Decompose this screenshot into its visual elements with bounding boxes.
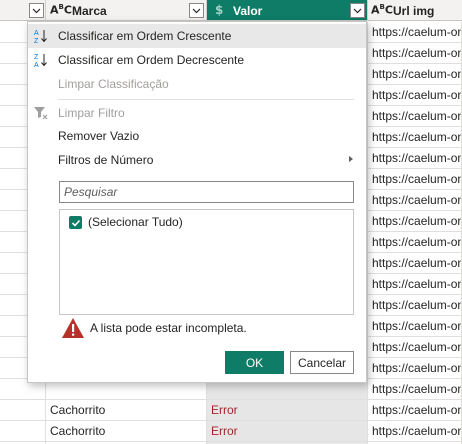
url-cell[interactable]: https://caelum-onl [368,190,462,211]
url-cell[interactable]: https://caelum-onl [368,127,462,148]
menu-label: Limpar Classificação [58,77,169,91]
valor-cell[interactable]: Error [207,400,368,421]
column-label: Marca [72,4,107,18]
column-filter-button[interactable] [350,3,365,18]
column-label: Valor [233,4,263,18]
clear-filter-item[interactable]: Limpar Filtro [28,101,366,125]
column-header-valor[interactable]: $ Valor [207,0,368,21]
url-cell[interactable]: https://caelum-onl [368,148,462,169]
url-cell[interactable]: https://caelum-onl [368,274,462,295]
svg-text:A: A [34,30,39,37]
url-cell[interactable]: https://caelum-onl [368,85,462,106]
currency-type-icon: $ [215,3,224,17]
url-cell[interactable]: https://caelum-onl [368,22,462,43]
table-row: CachorritoErrorhttps://caelum-onl [0,421,462,442]
url-cell[interactable]: https://caelum-onl [368,400,462,421]
menu-label: Limpar Filtro [58,106,125,120]
url-cell[interactable]: https://caelum-onl [368,337,462,358]
url-cell[interactable]: https://caelum-onl [368,43,462,64]
text-type-icon: ABC [371,3,393,17]
svg-text:Z: Z [34,54,39,61]
chevron-right-icon [349,156,353,162]
marca-cell[interactable]: Cachorrito [46,400,207,421]
menu-label: Filtros de Número [58,153,154,167]
column-filter-button[interactable] [29,3,44,18]
clear-filter-icon [34,107,48,120]
column-header-url[interactable]: ABC Url img [368,0,462,21]
clear-sort-item[interactable]: Limpar Classificação [28,72,366,96]
warning-icon [62,318,84,338]
row-index-cell[interactable] [0,421,46,442]
url-cell[interactable]: https://caelum-onl [368,211,462,232]
url-cell[interactable]: https://caelum-onl [368,169,462,190]
url-cell[interactable]: https://caelum-onl [368,295,462,316]
url-cell[interactable]: https://caelum-onl [368,64,462,85]
select-all-checkbox[interactable] [69,216,82,229]
menu-label: Classificar em Ordem Decrescente [58,53,245,67]
sort-ascending-icon: A Z [34,30,47,44]
url-cell[interactable]: https://caelum-onl [368,106,462,127]
text-type-icon: ABC [50,3,72,17]
column-header-marca[interactable]: ABC Marca [46,0,207,21]
url-cell[interactable]: https://caelum-onl [368,253,462,274]
url-cell[interactable]: https://caelum-onl [368,421,462,442]
select-all-label: (Selecionar Tudo) [88,215,183,229]
number-filters-item[interactable]: Filtros de Número [28,148,366,172]
sort-descending-icon: Z A [34,54,47,68]
chevron-down-icon [32,8,41,14]
valor-cell[interactable]: Error [207,421,368,442]
warning-text: A lista pode estar incompleta. [90,321,247,335]
url-cell[interactable]: https://caelum-onl [368,232,462,253]
chevron-down-icon [192,8,201,14]
column-header-index [0,0,46,21]
ok-button[interactable]: OK [225,351,284,374]
marca-cell[interactable]: Cachorrito [46,421,207,442]
menu-label: Classificar em Ordem Crescente [58,29,232,43]
column-label: Url img [393,4,435,18]
svg-text:A: A [34,62,39,68]
url-cell[interactable]: https://caelum-onl [368,379,462,400]
menu-label: Remover Vazio [58,129,140,143]
checkmark-icon [71,219,80,227]
table-row: CachorritoErrorhttps://caelum-onl [0,400,462,421]
values-listbox[interactable]: (Selecionar Tudo) [59,209,354,315]
url-cell[interactable]: https://caelum-onl [368,358,462,379]
svg-text:Z: Z [34,38,39,44]
remove-empty-item[interactable]: Remover Vazio [28,124,366,148]
filter-dropdown-panel: A Z Classificar em Ordem Crescente Z A C… [27,21,367,383]
menu-separator [58,99,354,100]
url-cell[interactable]: https://caelum-onl [368,316,462,337]
column-filter-button[interactable] [189,3,204,18]
chevron-down-icon [353,8,362,14]
cancel-button[interactable]: Cancelar [290,351,354,374]
row-index-cell[interactable] [0,400,46,421]
sort-ascending-item[interactable]: A Z Classificar em Ordem Crescente [28,24,366,48]
search-input[interactable]: Pesquisar [59,181,354,203]
sort-descending-item[interactable]: Z A Classificar em Ordem Decrescente [28,48,366,72]
